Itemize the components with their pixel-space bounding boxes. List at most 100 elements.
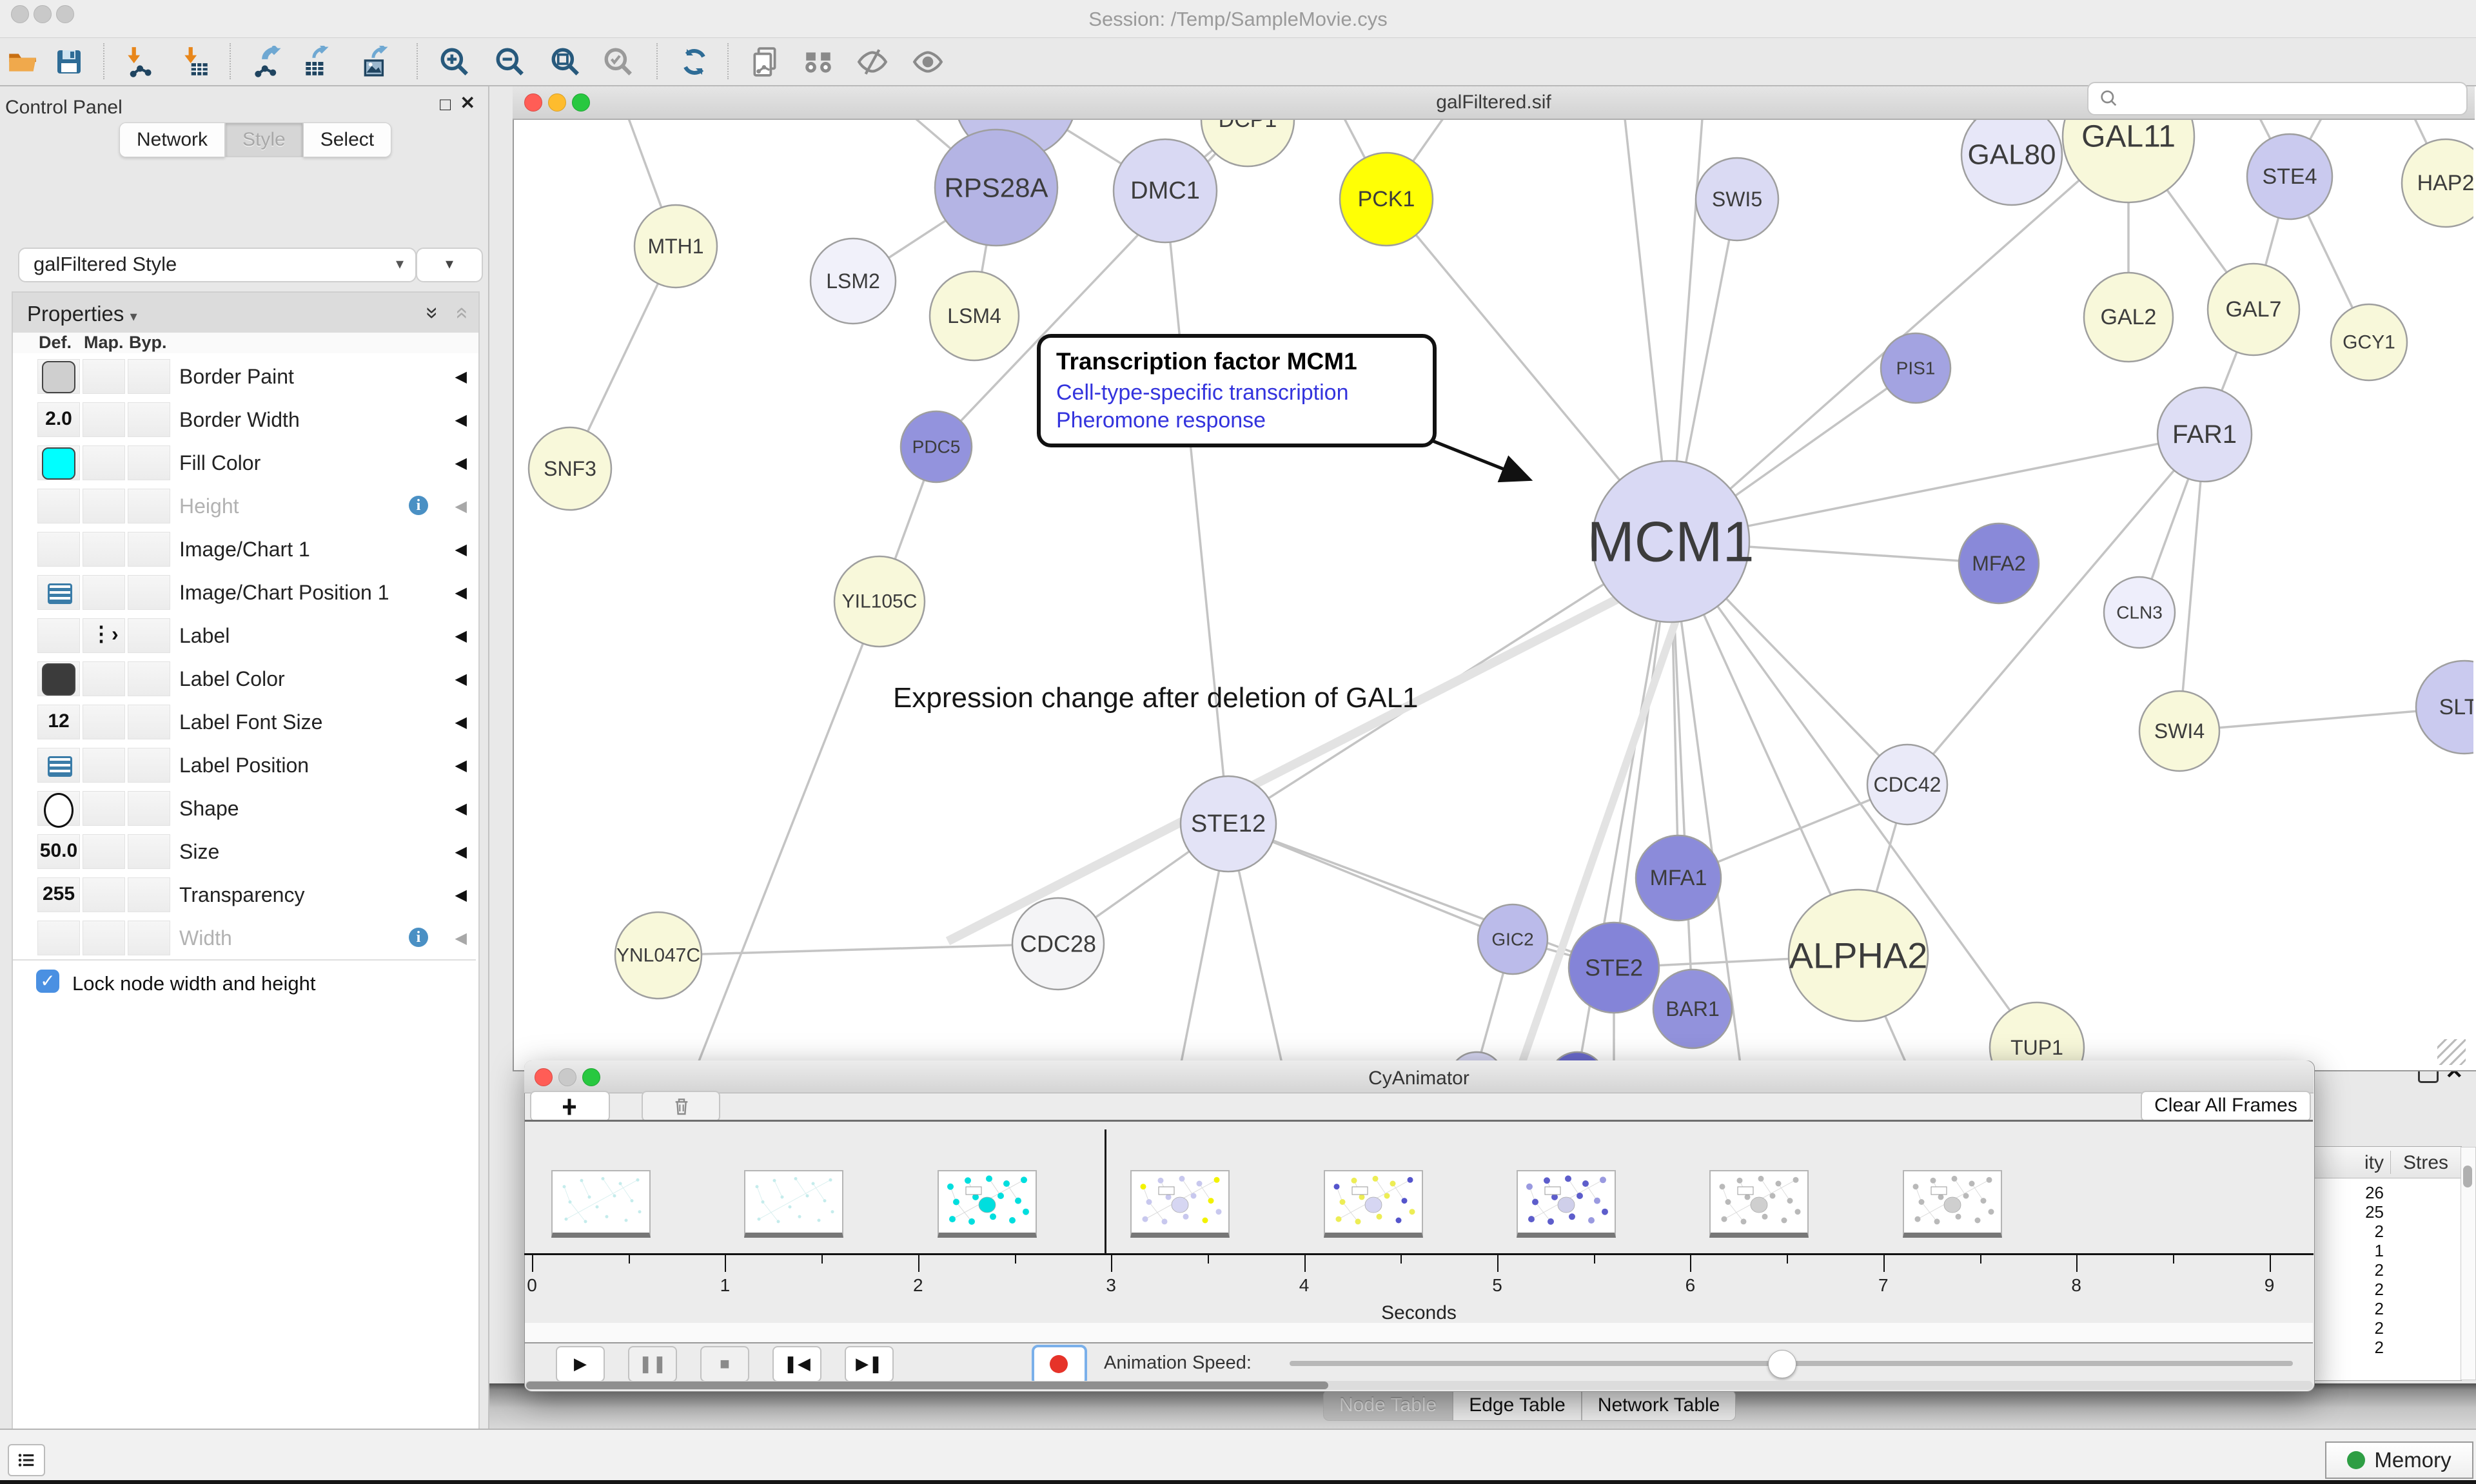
frame-thumbnail-3[interactable] — [938, 1170, 1037, 1238]
mapping-cell[interactable] — [83, 359, 125, 394]
timeline-scrollbar-thumb[interactable] — [526, 1381, 1328, 1389]
default-value-cell[interactable] — [37, 661, 80, 696]
close-panel-icon[interactable]: ✕ — [460, 94, 475, 112]
default-value-cell[interactable] — [37, 921, 80, 955]
frame-thumbnail-1[interactable] — [551, 1170, 651, 1238]
refresh-icon[interactable] — [677, 44, 712, 79]
tab-select[interactable]: Select — [303, 122, 391, 157]
style-options-button[interactable]: ▾ — [416, 248, 483, 282]
find-icon[interactable] — [801, 44, 836, 79]
network-canvas[interactable]: RPS28ADMC1DCP1PCK1SWI5GAL80GAL11STE4HAP2… — [514, 120, 2473, 1068]
pause-button[interactable]: ❚❚ — [628, 1346, 677, 1382]
tab-network-table[interactable]: Network Table — [1582, 1390, 1736, 1421]
table-cell-value[interactable]: 2 — [2317, 1222, 2384, 1242]
table-cell-value[interactable]: 2 — [2317, 1280, 2384, 1300]
property-row-shape[interactable]: Shape◀ — [13, 786, 476, 831]
delete-frame-button[interactable] — [642, 1091, 720, 1122]
bypass-cell[interactable] — [128, 359, 170, 394]
mapping-cell[interactable] — [83, 445, 125, 480]
mapping-cell[interactable] — [83, 791, 125, 826]
float-panel-icon[interactable]: □ — [440, 95, 451, 113]
default-value-cell[interactable] — [37, 489, 80, 523]
expand-property-icon[interactable]: ◀ — [455, 843, 467, 861]
export-image-icon[interactable] — [359, 44, 393, 79]
mapping-cell[interactable] — [83, 402, 125, 437]
mapping-cell[interactable] — [83, 661, 125, 696]
zoom-selected-icon[interactable] — [601, 44, 636, 79]
property-row-label-font-size[interactable]: 12Label Font Size◀ — [13, 700, 476, 745]
property-row-border-paint[interactable]: Border Paint◀ — [13, 355, 476, 399]
expand-property-icon[interactable]: ◀ — [455, 540, 467, 559]
table-cell-value[interactable]: 26 — [2317, 1183, 2384, 1203]
default-value-cell[interactable]: 255 — [37, 877, 80, 912]
export-network-icon[interactable] — [251, 44, 286, 79]
expand-property-icon[interactable]: ◀ — [455, 929, 467, 948]
bypass-cell[interactable] — [128, 705, 170, 739]
annotation-box[interactable]: Transcription factor MCM1 Cell-type-spec… — [1037, 334, 1437, 447]
network-edge-band[interactable] — [948, 583, 1648, 941]
annotation-link-1[interactable]: Cell-type-specific transcription — [1056, 380, 1417, 405]
record-button[interactable] — [1032, 1345, 1087, 1386]
frame-thumbnail-4[interactable] — [1130, 1170, 1230, 1238]
expand-property-icon[interactable]: ◀ — [455, 799, 467, 818]
expand-property-icon[interactable]: ◀ — [455, 756, 467, 775]
bypass-cell[interactable] — [128, 661, 170, 696]
clone-network-icon[interactable] — [748, 44, 783, 79]
style-selector-dropdown[interactable]: galFiltered Style ▾ — [18, 248, 417, 282]
bypass-cell[interactable] — [128, 618, 170, 653]
import-network-icon[interactable] — [121, 44, 156, 79]
stop-button[interactable]: ■ — [700, 1346, 749, 1382]
expand-property-icon[interactable]: ◀ — [455, 713, 467, 732]
import-table-icon[interactable] — [178, 44, 213, 79]
column-ity[interactable]: ity — [2314, 1152, 2384, 1174]
timeline-playhead[interactable] — [1105, 1129, 1106, 1254]
property-row-image-chart-1[interactable]: Image/Chart 1◀ — [13, 527, 476, 572]
info-icon[interactable]: i — [409, 496, 428, 515]
resize-grip[interactable] — [2437, 1039, 2466, 1065]
property-row-fill-color[interactable]: Fill Color◀ — [13, 441, 476, 485]
tab-node-table[interactable]: Node Table — [1323, 1390, 1453, 1421]
property-row-transparency[interactable]: 255Transparency◀ — [13, 873, 476, 917]
bypass-cell[interactable] — [128, 791, 170, 826]
mapping-cell[interactable] — [83, 877, 125, 912]
skip-end-button[interactable]: ▶❚ — [845, 1346, 894, 1382]
bypass-cell[interactable] — [128, 877, 170, 912]
mapping-cell[interactable] — [83, 921, 125, 955]
bypass-cell[interactable] — [128, 489, 170, 523]
node-table[interactable]: ity Stres 26252122222 — [2314, 1146, 2462, 1381]
timeline-ruler[interactable] — [524, 1253, 2314, 1255]
table-cell-value[interactable]: 25 — [2317, 1202, 2384, 1222]
task-history-button[interactable] — [8, 1444, 45, 1476]
expand-property-icon[interactable]: ◀ — [455, 367, 467, 386]
save-icon[interactable] — [52, 44, 86, 79]
bypass-cell[interactable] — [128, 834, 170, 869]
hide-icon[interactable] — [855, 44, 890, 79]
bypass-cell[interactable] — [128, 445, 170, 480]
property-row-label[interactable]: ⋮›Label◀ — [13, 614, 476, 658]
property-row-label-color[interactable]: Label Color◀ — [13, 657, 476, 701]
mapping-cell[interactable] — [83, 705, 125, 739]
default-value-cell[interactable] — [37, 791, 80, 826]
mapping-cell[interactable] — [83, 834, 125, 869]
expand-property-icon[interactable]: ◀ — [455, 497, 467, 516]
table-cell-value[interactable]: 2 — [2317, 1260, 2384, 1280]
info-icon[interactable]: i — [409, 928, 428, 947]
default-value-cell[interactable] — [37, 575, 80, 610]
mapping-cell[interactable] — [83, 575, 125, 610]
frame-thumbnail-5[interactable] — [1324, 1170, 1423, 1238]
export-table-icon[interactable] — [299, 44, 334, 79]
expand-property-icon[interactable]: ◀ — [455, 454, 467, 473]
network-edge[interactable] — [1228, 824, 1614, 968]
property-row-border-width[interactable]: 2.0Border Width◀ — [13, 398, 476, 442]
play-button[interactable]: ▶ — [556, 1346, 605, 1382]
property-row-width[interactable]: Widthi◀ — [13, 916, 476, 961]
bypass-cell[interactable] — [128, 748, 170, 783]
default-value-cell[interactable] — [37, 445, 80, 480]
show-icon[interactable] — [910, 44, 945, 79]
zoom-in-icon[interactable] — [437, 44, 472, 79]
table-cell-value[interactable]: 2 — [2317, 1318, 2384, 1338]
expand-property-icon[interactable]: ◀ — [455, 411, 467, 429]
skip-start-button[interactable]: ❚◀ — [772, 1346, 821, 1382]
bypass-cell[interactable] — [128, 921, 170, 955]
network-edge[interactable] — [1165, 191, 1228, 824]
